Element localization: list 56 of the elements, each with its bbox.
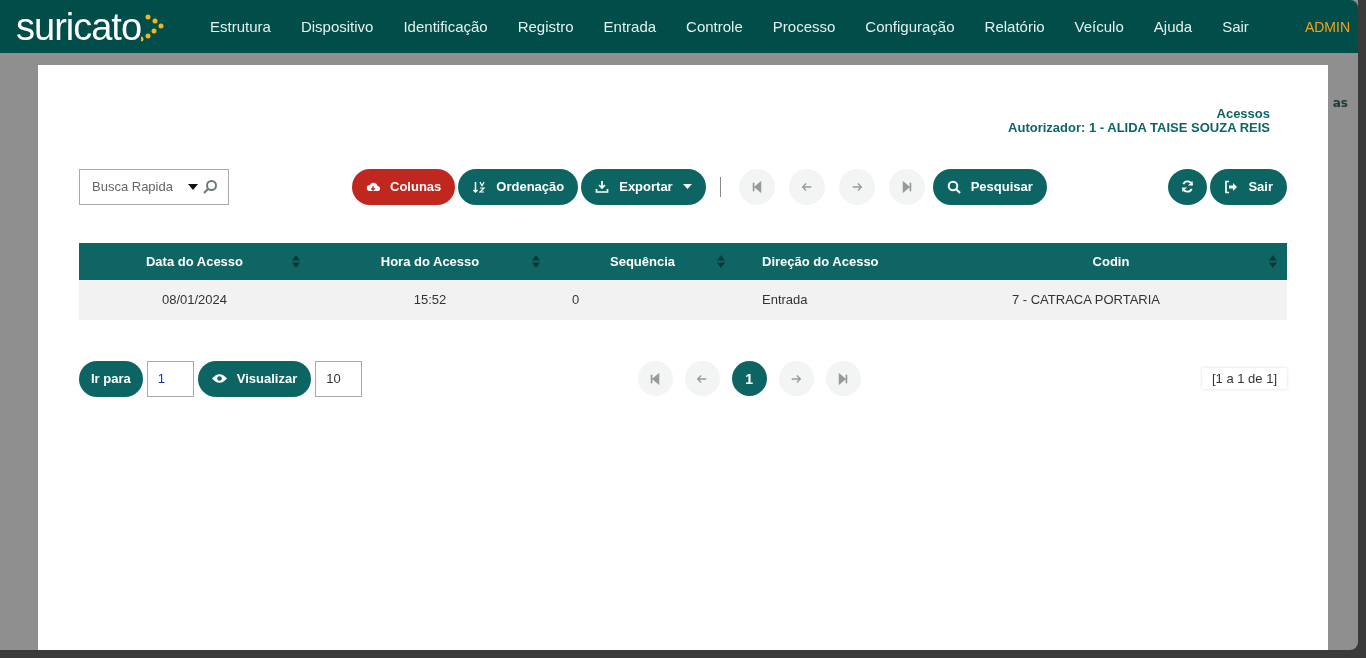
download-icon — [595, 179, 610, 194]
record-summary: [1 a 1 de 1] — [1201, 368, 1287, 389]
menu-item[interactable]: Dispositivo — [285, 18, 389, 35]
suricato-logo: suricato — [16, 7, 172, 46]
menu-item[interactable]: Registro — [502, 18, 589, 35]
search-button[interactable]: Pesquisar — [932, 168, 1047, 205]
skip-first-icon — [649, 372, 662, 385]
menu-item[interactable]: Controle — [671, 18, 758, 35]
menu-item[interactable]: Relatório — [969, 18, 1060, 35]
refresh-button[interactable] — [1168, 168, 1208, 205]
page-size-field[interactable]: 10 — [315, 360, 363, 397]
skip-last-icon — [837, 372, 850, 385]
table-cell: 7 - CATRACA PORTARIA — [935, 280, 1287, 320]
right-arrow-icon — [790, 372, 803, 385]
refresh-icon — [1181, 180, 1195, 193]
sort-icon[interactable] — [717, 255, 725, 268]
background-text: as — [1332, 96, 1348, 110]
sort-icon[interactable] — [532, 255, 540, 268]
right-arrow-icon — [850, 180, 863, 193]
page-number-field[interactable]: 1 — [146, 360, 194, 397]
exit-button[interactable]: Sair — [1210, 168, 1287, 205]
quick-search-box[interactable]: Busca Rapida — [79, 168, 229, 205]
menu-item[interactable]: Configuração — [850, 18, 970, 35]
menu-item[interactable]: Ajuda — [1138, 18, 1208, 35]
menu-item[interactable]: Entrada — [588, 18, 672, 35]
table-cell: 0 — [550, 280, 735, 320]
left-arrow-icon — [800, 180, 813, 193]
go-to-button[interactable]: Ir para — [79, 360, 143, 397]
skip-first-icon — [750, 180, 763, 193]
user-name[interactable]: ADMIN — [1304, 18, 1350, 35]
menu-item[interactable]: Estrutura — [195, 18, 286, 35]
page-button[interactable]: 1 — [731, 361, 767, 396]
table-cell: 15:52 — [310, 280, 550, 320]
dialog-subtitle: Autorizador: 1 - ALIDA TAISE SOUZA REIS — [1008, 121, 1270, 135]
sort-button[interactable]: Ordenação — [458, 168, 579, 205]
search-icon — [946, 179, 961, 194]
export-button[interactable]: Exportar — [581, 168, 706, 205]
sort-icon[interactable] — [292, 255, 300, 268]
eye-icon — [211, 373, 227, 384]
table-cell: Entrada — [735, 280, 935, 320]
menu-item[interactable]: Processo — [757, 18, 851, 35]
menu-item[interactable]: Veículo — [1059, 18, 1139, 35]
dialog-title: Acessos — [1216, 107, 1270, 121]
columns-button[interactable]: Colunas — [352, 168, 456, 205]
view-button[interactable]: Visualizar — [197, 360, 312, 397]
left-arrow-icon — [696, 372, 709, 385]
menu-item[interactable]: Sair — [1207, 18, 1264, 35]
caret-icon — [682, 184, 692, 189]
skip-last-icon — [900, 180, 913, 193]
sign-out-icon — [1224, 179, 1239, 194]
table-cell: 08/01/2024 — [79, 280, 310, 320]
dropdown-caret-icon[interactable] — [188, 183, 198, 190]
sort-icon — [472, 179, 487, 194]
menu-item[interactable]: Identificação — [388, 18, 503, 35]
search-icon[interactable] — [202, 178, 218, 195]
sort-icon[interactable] — [1269, 255, 1277, 268]
